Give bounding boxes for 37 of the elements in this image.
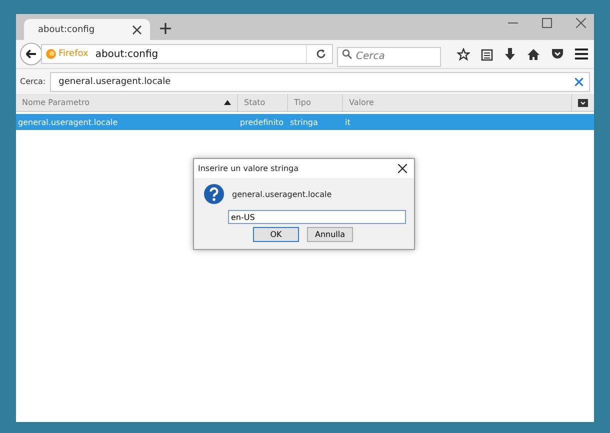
address-bar[interactable]: Firefox about:config	[40, 44, 333, 64]
browser-tab[interactable]: about:config	[24, 19, 150, 40]
column-header[interactable]: Valore	[343, 94, 572, 111]
download-icon[interactable]	[504, 48, 516, 60]
identity-label: Firefox	[58, 49, 88, 59]
close-icon[interactable]	[132, 24, 142, 34]
question-icon	[204, 184, 224, 204]
firefox-logo-icon	[46, 49, 56, 59]
table-cell-text: general.useragent.locale	[17, 118, 119, 126]
back-button[interactable]	[20, 42, 43, 66]
close-icon[interactable]	[398, 164, 407, 173]
table-cell-text: it	[344, 118, 352, 126]
column-picker-icon[interactable]	[578, 98, 588, 106]
reload-icon[interactable]	[316, 49, 326, 59]
home-icon[interactable]	[527, 48, 540, 60]
clipboard-icon[interactable]	[481, 48, 493, 60]
filter-label: Cerca:	[20, 77, 46, 86]
column-header[interactable]: Tipo	[288, 94, 343, 111]
new-tab-icon[interactable]	[160, 23, 171, 34]
star-icon[interactable]	[457, 48, 470, 60]
maximize-icon[interactable]	[542, 18, 552, 28]
dialog-button[interactable]: OK	[253, 227, 299, 242]
filter-field[interactable]: general.useragent.locale	[50, 72, 590, 92]
column-header[interactable]: Stato	[238, 94, 288, 111]
value-field[interactable]: en-US	[228, 210, 406, 224]
search-field[interactable]: Cerca	[337, 46, 441, 66]
url-text: about:config	[95, 48, 158, 60]
dialog-button[interactable]: Annulla	[307, 227, 353, 242]
table-cell-text: predefinito	[239, 118, 284, 126]
column-header[interactable]: Nome Parametro	[16, 94, 238, 111]
menu-icon[interactable]	[575, 48, 588, 60]
dialog-message: general.useragent.locale	[232, 190, 332, 198]
dialog-title: Inserire un valore stringa	[198, 164, 298, 173]
table-cell-text: stringa	[289, 118, 319, 126]
pocket-icon[interactable]	[551, 48, 564, 60]
search-icon	[342, 49, 352, 59]
clear-icon[interactable]	[575, 78, 583, 86]
